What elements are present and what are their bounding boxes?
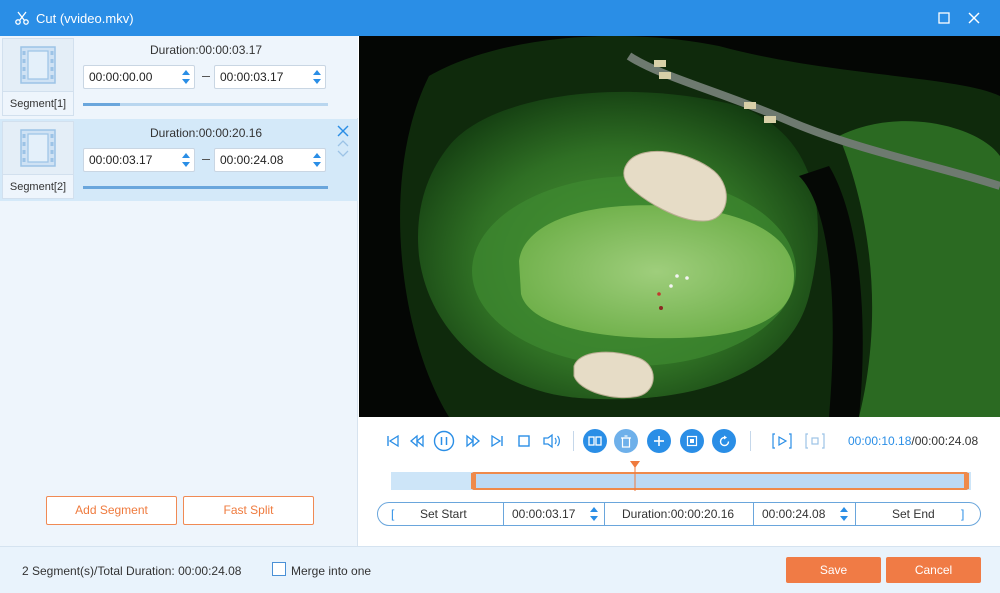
golf-course-frame — [359, 36, 1000, 417]
start-time-input[interactable]: 00:00:03.17 — [512, 503, 575, 525]
scissors-icon — [14, 10, 30, 26]
segment-thumbnail: Segment[2] — [2, 121, 74, 199]
copy-icon[interactable] — [680, 429, 704, 453]
stepper-icon[interactable] — [181, 68, 191, 86]
segment-duration: Duration:00:00:03.17 — [150, 43, 263, 57]
cut-bar-divider — [604, 503, 605, 525]
add-icon[interactable] — [647, 429, 671, 453]
merge-checkbox[interactable] — [272, 562, 286, 576]
segment-label: Segment[2] — [3, 174, 73, 198]
delete-icon[interactable] — [614, 429, 638, 453]
segment-end-input[interactable]: 00:00:24.08 — [214, 148, 326, 172]
end-handle[interactable] — [963, 473, 969, 489]
range-dash — [202, 159, 210, 160]
split-icon[interactable] — [583, 429, 607, 453]
stepper-icon[interactable] — [181, 151, 191, 169]
stepper-icon[interactable] — [312, 68, 322, 86]
cancel-button[interactable]: Cancel — [886, 557, 981, 583]
skip-to-end-icon[interactable] — [485, 429, 509, 453]
set-end-button[interactable]: Set End — [892, 503, 935, 525]
footer-bar: 2 Segment(s)/Total Duration: 00:00:24.08… — [0, 546, 1000, 593]
segment-actions — [337, 125, 349, 157]
segment-progress — [83, 103, 328, 106]
current-time: 00:00:10.18 — [848, 434, 912, 448]
end-time-input[interactable]: 00:00:24.08 — [762, 503, 825, 525]
window-title: Cut (vvideo.mkv) — [36, 10, 134, 26]
time-readout: 00:00:10.18/00:00:24.08 — [848, 434, 978, 448]
timeline-selection[interactable] — [471, 472, 969, 490]
set-start-button[interactable]: Set Start — [420, 503, 467, 525]
end-bracket: ] — [961, 507, 965, 521]
film-icon — [20, 129, 56, 167]
toolbar-divider — [573, 431, 574, 451]
segment-item-1[interactable]: Segment[1] Duration:00:00:03.17 00:00:00… — [0, 36, 358, 118]
segment-start-input[interactable]: 00:00:03.17 — [83, 148, 195, 172]
segment-thumbnail: Segment[1] — [2, 38, 74, 116]
video-preview[interactable] — [359, 36, 1000, 417]
cut-bar-divider — [855, 503, 856, 525]
stop-icon[interactable] — [512, 429, 536, 453]
film-icon — [20, 46, 56, 84]
close-icon[interactable] — [964, 8, 984, 28]
move-down-icon[interactable] — [337, 150, 349, 157]
fast-split-button[interactable]: Fast Split — [183, 496, 314, 525]
segment-panel: Segment[1] Duration:00:00:03.17 00:00:00… — [0, 36, 358, 546]
range-dash — [202, 76, 210, 77]
cut-bar-divider — [753, 503, 754, 525]
playhead-icon[interactable] — [629, 461, 640, 491]
player-controls: 00:00:10.18/00:00:24.08 [ Set Start 00:0… — [359, 417, 1000, 546]
cut-duration: Duration:00:00:20.16 — [622, 507, 735, 521]
start-handle[interactable] — [471, 473, 477, 489]
segments-summary: 2 Segment(s)/Total Duration: 00:00:24.08 — [22, 564, 242, 578]
fast-forward-icon[interactable] — [461, 429, 485, 453]
segment-label: Segment[1] — [3, 91, 73, 115]
merge-label[interactable]: Merge into one — [291, 564, 371, 578]
skip-to-start-icon[interactable] — [381, 429, 405, 453]
add-segment-button[interactable]: Add Segment — [46, 496, 177, 525]
move-up-icon[interactable] — [337, 140, 349, 147]
volume-icon[interactable] — [540, 429, 564, 453]
stepper-icon[interactable] — [312, 151, 322, 169]
cut-range-bar: [ Set Start 00:00:03.17 Duration:00:00:2… — [377, 502, 981, 526]
delete-segment-icon[interactable] — [337, 125, 349, 137]
play-segment-icon[interactable] — [770, 429, 794, 453]
save-button[interactable]: Save — [786, 557, 881, 583]
cut-bar-divider — [503, 503, 504, 525]
stop-segment-icon[interactable] — [803, 429, 827, 453]
title-bar: Cut (vvideo.mkv) — [0, 0, 1000, 36]
start-stepper-icon[interactable] — [589, 505, 599, 523]
start-bracket: [ — [391, 507, 395, 521]
maximize-icon[interactable] — [934, 8, 954, 28]
pause-icon[interactable] — [432, 429, 456, 453]
segment-end-input[interactable]: 00:00:03.17 — [214, 65, 326, 89]
rewind-icon[interactable] — [405, 429, 429, 453]
timeline-track[interactable] — [391, 472, 971, 490]
end-stepper-icon[interactable] — [839, 505, 849, 523]
toolbar-divider — [750, 431, 751, 451]
segment-item-2[interactable]: Segment[2] Duration:00:00:20.16 00:00:03… — [0, 119, 358, 201]
segment-duration: Duration:00:00:20.16 — [150, 126, 263, 140]
reset-icon[interactable] — [712, 429, 736, 453]
segment-start-input[interactable]: 00:00:00.00 — [83, 65, 195, 89]
segment-progress — [83, 186, 328, 189]
total-time: /00:00:24.08 — [911, 434, 979, 448]
